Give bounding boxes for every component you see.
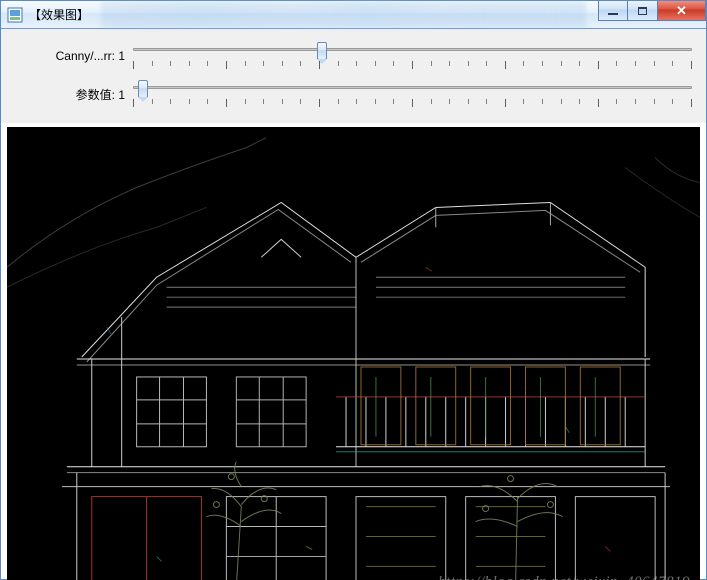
close-icon: ✕ — [676, 4, 687, 17]
app-icon — [7, 7, 23, 23]
trackbar-row-canny: Canny/...rr: 1 — [11, 39, 696, 73]
controls-panel: Canny/...rr: 1 参数值: 1 — [1, 29, 706, 123]
minimize-icon — [608, 13, 618, 15]
trackbar-value: 1 — [118, 49, 125, 63]
trackbar-label-text: 参数值: — [76, 88, 115, 102]
trackbar-groove — [133, 86, 692, 89]
titlebar-toolbar-blur — [101, 1, 586, 28]
trackbar-param[interactable] — [129, 79, 696, 109]
trackbar-value: 1 — [118, 88, 125, 102]
window-title: 【效果图】 — [29, 6, 89, 23]
trackbar-row-param: 参数值: 1 — [11, 77, 696, 111]
trackbar-label-param: 参数值: 1 — [11, 86, 129, 103]
trackbar-thumb[interactable] — [138, 80, 148, 98]
image-display: https://blog.csdn.net/weixin_40647819 — [7, 127, 700, 580]
maximize-button[interactable] — [628, 1, 658, 21]
minimize-button[interactable] — [598, 1, 628, 21]
trackbar-label-text: Canny/...rr: — [56, 49, 115, 63]
maximize-icon — [638, 7, 647, 15]
trackbar-ticks — [133, 61, 692, 69]
trackbar-thumb[interactable] — [317, 42, 327, 60]
trackbar-ticks — [133, 99, 692, 107]
title-bar: 【效果图】 ✕ — [1, 1, 706, 29]
close-button[interactable]: ✕ — [658, 1, 706, 21]
trackbar-canny[interactable] — [129, 41, 696, 71]
edge-image — [7, 127, 700, 580]
trackbar-groove — [133, 48, 692, 51]
window-buttons: ✕ — [598, 1, 706, 21]
trackbar-label-canny: Canny/...rr: 1 — [11, 49, 129, 63]
